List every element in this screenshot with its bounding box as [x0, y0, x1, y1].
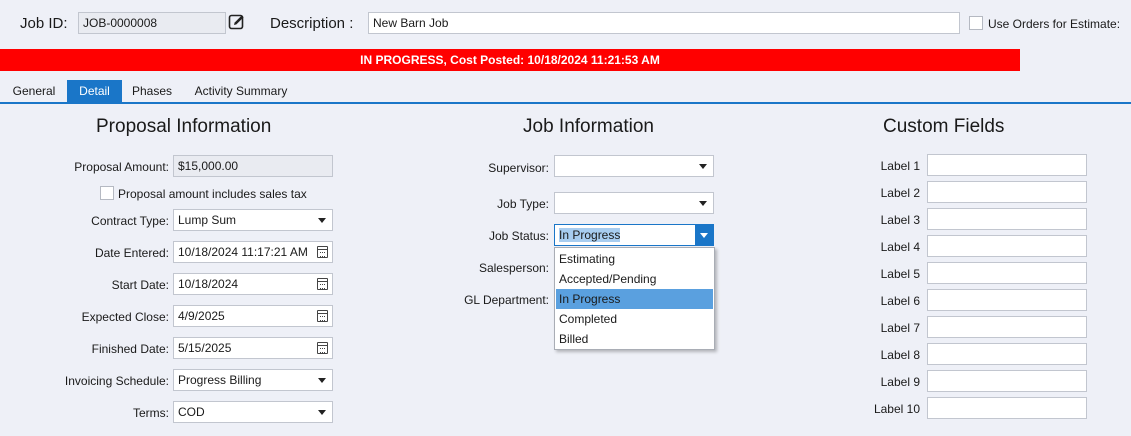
calendar-icon[interactable] — [317, 310, 328, 322]
header: Job ID: JOB-0000008 Description : New Ba… — [0, 0, 1131, 46]
custom-field-label-9: Label 9 — [880, 375, 920, 389]
use-orders-label: Use Orders for Estimate: — [988, 17, 1121, 31]
job-id-label: Job ID: — [20, 15, 68, 32]
job-status-dropdown-button[interactable] — [695, 225, 713, 245]
use-orders-checkbox[interactable] — [969, 16, 983, 30]
tab-underline — [0, 102, 1131, 104]
tab-general[interactable]: General — [4, 80, 64, 102]
expected-close-value: 4/9/2025 — [178, 309, 225, 323]
custom-field-label-1: Label 1 — [880, 159, 920, 173]
includes-sales-tax-checkbox[interactable] — [100, 186, 114, 200]
chevron-down-icon — [318, 410, 326, 415]
job-type-label: Job Type: — [497, 197, 549, 211]
date-entered-field[interactable]: 10/18/2024 11:17:21 AM — [173, 241, 333, 263]
terms-label: Terms: — [133, 406, 169, 420]
date-entered-label: Date Entered: — [94, 246, 169, 260]
custom-fields-section-title: Custom Fields — [883, 116, 1005, 137]
invoicing-schedule-select[interactable]: Progress Billing — [173, 369, 333, 391]
custom-field-input-8[interactable] — [927, 343, 1087, 365]
custom-field-input-10[interactable] — [927, 397, 1087, 419]
job-id-field[interactable]: JOB-0000008 — [78, 12, 226, 34]
status-banner-text: IN PROGRESS, Cost Posted: 10/18/2024 11:… — [360, 53, 660, 67]
status-option-estimating[interactable]: Estimating — [556, 249, 713, 269]
job-type-select[interactable] — [554, 192, 714, 214]
status-option-completed[interactable]: Completed — [556, 309, 713, 329]
date-entered-value: 10/18/2024 11:17:21 AM — [178, 245, 308, 259]
start-date-label: Start Date: — [111, 278, 169, 292]
calendar-icon[interactable] — [317, 246, 328, 258]
terms-value: COD — [178, 405, 205, 419]
custom-field-input-4[interactable] — [927, 235, 1087, 257]
custom-field-input-1[interactable] — [927, 154, 1087, 176]
custom-field-input-2[interactable] — [927, 181, 1087, 203]
calendar-icon[interactable] — [317, 342, 328, 354]
status-option-accepted-pending[interactable]: Accepted/Pending — [556, 269, 713, 289]
proposal-section-title: Proposal Information — [96, 116, 272, 137]
job-status-value: In Progress — [559, 228, 621, 242]
contract-type-label: Contract Type: — [91, 214, 169, 228]
chevron-down-icon — [318, 218, 326, 223]
edit-icon — [228, 14, 244, 30]
custom-field-input-5[interactable] — [927, 262, 1087, 284]
tab-phases[interactable]: Phases — [124, 80, 180, 102]
chevron-down-icon — [318, 378, 326, 383]
status-option-in-progress[interactable]: In Progress — [556, 289, 713, 309]
supervisor-label: Supervisor: — [488, 161, 549, 175]
tab-detail[interactable]: Detail — [67, 80, 122, 102]
terms-select[interactable]: COD — [173, 401, 333, 423]
custom-field-label-7: Label 7 — [880, 321, 920, 335]
custom-field-input-7[interactable] — [927, 316, 1087, 338]
status-option-billed[interactable]: Billed — [556, 329, 713, 349]
supervisor-select[interactable] — [554, 155, 714, 177]
job-info-section-title: Job Information — [523, 116, 654, 137]
finished-date-label: Finished Date: — [91, 342, 169, 356]
start-date-field[interactable]: 10/18/2024 — [173, 273, 333, 295]
custom-field-label-8: Label 8 — [880, 348, 920, 362]
custom-field-label-3: Label 3 — [880, 213, 920, 227]
custom-field-label-5: Label 5 — [880, 267, 920, 281]
custom-field-label-10: Label 10 — [873, 402, 920, 416]
contract-type-select[interactable]: Lump Sum — [173, 209, 333, 231]
salesperson-label: Salesperson: — [478, 261, 549, 275]
tab-activity-summary[interactable]: Activity Summary — [186, 80, 296, 102]
expected-close-label: Expected Close: — [81, 310, 169, 324]
status-banner: IN PROGRESS, Cost Posted: 10/18/2024 11:… — [0, 49, 1020, 71]
chevron-down-icon — [699, 164, 707, 169]
calendar-icon[interactable] — [317, 278, 328, 290]
proposal-amount-label: Proposal Amount: — [74, 160, 169, 174]
finished-date-value: 5/15/2025 — [178, 341, 232, 355]
includes-sales-tax-label: Proposal amount includes sales tax — [118, 187, 307, 201]
expected-close-field[interactable]: 4/9/2025 — [173, 305, 333, 327]
custom-field-label-6: Label 6 — [880, 294, 920, 308]
invoicing-schedule-label: Invoicing Schedule: — [64, 374, 169, 388]
custom-field-label-2: Label 2 — [880, 186, 920, 200]
job-status-dropdown-list: Estimating Accepted/Pending In Progress … — [554, 247, 715, 350]
job-status-select[interactable]: In Progress — [554, 224, 714, 246]
custom-field-label-4: Label 4 — [880, 240, 920, 254]
description-label: Description : — [270, 15, 354, 32]
job-status-label: Job Status: — [488, 229, 549, 243]
invoicing-schedule-value: Progress Billing — [178, 373, 262, 387]
contract-type-value: Lump Sum — [178, 213, 237, 227]
finished-date-field[interactable]: 5/15/2025 — [173, 337, 333, 359]
gl-department-label: GL Department: — [464, 293, 549, 307]
custom-field-input-3[interactable] — [927, 208, 1087, 230]
proposal-amount-field[interactable]: $15,000.00 — [173, 155, 333, 177]
edit-job-id-button[interactable] — [228, 13, 246, 31]
chevron-down-icon — [700, 233, 708, 238]
start-date-value: 10/18/2024 — [178, 277, 239, 291]
custom-field-input-9[interactable] — [927, 370, 1087, 392]
chevron-down-icon — [699, 201, 707, 206]
custom-field-input-6[interactable] — [927, 289, 1087, 311]
description-field[interactable]: New Barn Job — [368, 12, 960, 34]
